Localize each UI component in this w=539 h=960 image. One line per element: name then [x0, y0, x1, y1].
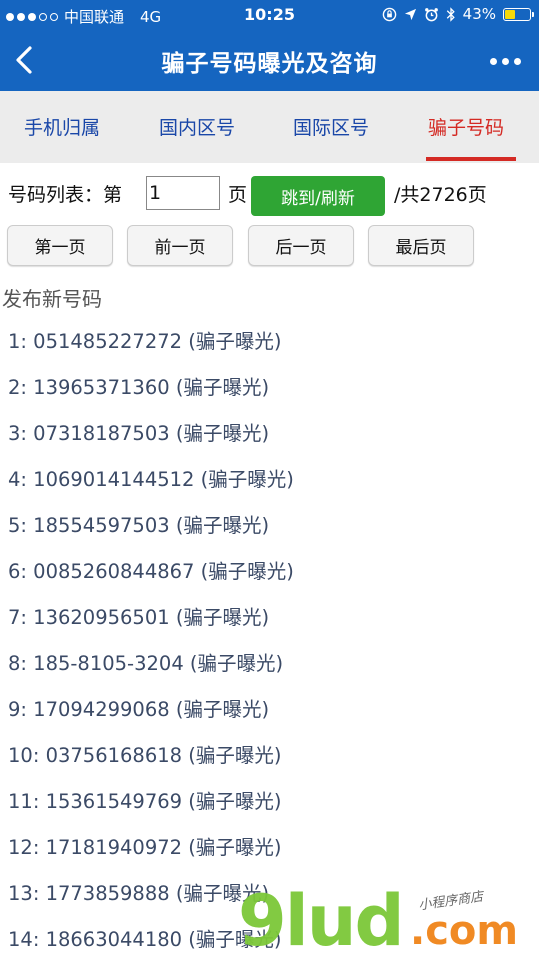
list-item[interactable]: 7: 13620956501 (骗子曝光) [8, 601, 269, 630]
tab-phone-location[interactable]: 手机归属 [24, 113, 100, 140]
location-arrow-icon [404, 8, 416, 20]
watermark-tagline: 小程序商店 [417, 889, 485, 914]
next-page-button[interactable]: 后一页 [248, 225, 354, 266]
more-options-icon[interactable] [490, 58, 521, 65]
list-item[interactable]: 14: 18663044180 (骗子曝光) [8, 923, 281, 952]
first-page-button[interactable]: 第一页 [7, 225, 113, 266]
app-header: 中国联通 4G 10:25 43% 骗子号码曝光及咨询 [0, 0, 539, 91]
tab-domestic-area-code[interactable]: 国内区号 [159, 113, 235, 140]
battery-percent: 43% [462, 5, 496, 23]
list-item[interactable]: 4: 1069014144512 (骗子曝光) [8, 463, 294, 492]
last-page-button[interactable]: 最后页 [368, 225, 474, 266]
list-item[interactable]: 11: 15361549769 (骗子曝光) [8, 785, 281, 814]
page-title: 骗子号码曝光及咨询 [161, 51, 378, 77]
watermark-logo: 9lud .com 小程序商店 [238, 880, 539, 960]
tab-bar: 手机归属 国内区号 国际区号 骗子号码 [0, 91, 539, 163]
active-tab-indicator [426, 157, 516, 161]
battery-icon [503, 7, 534, 21]
list-item[interactable]: 5: 18554597503 (骗子曝光) [8, 509, 269, 538]
publish-new-number-link[interactable]: 发布新号码 [2, 283, 102, 312]
list-item[interactable]: 9: 17094299068 (骗子曝光) [8, 693, 269, 722]
list-item[interactable]: 6: 0085260844867 (骗子曝光) [8, 555, 294, 584]
alarm-icon [424, 7, 438, 21]
status-icons: 43% [382, 5, 534, 23]
total-pages: /共2726页 [394, 184, 487, 206]
tab-international-code[interactable]: 国际区号 [293, 113, 369, 140]
tab-scam-numbers[interactable]: 骗子号码 [428, 113, 504, 140]
list-item[interactable]: 12: 17181940972 (骗子曝光) [8, 831, 281, 860]
watermark-tld: .com [410, 908, 519, 954]
prev-page-button[interactable]: 前一页 [127, 225, 233, 266]
jump-refresh-button[interactable]: 跳到/刷新 [251, 176, 385, 216]
status-bar: 中国联通 4G 10:25 43% [0, 0, 539, 30]
list-item[interactable]: 1: 051485227272 (骗子曝光) [8, 325, 281, 354]
list-item[interactable]: 2: 13965371360 (骗子曝光) [8, 371, 269, 400]
list-item[interactable]: 10: 03756168618 (骗子曝光) [8, 739, 281, 768]
list-item[interactable]: 3: 07318187503 (骗子曝光) [8, 417, 269, 446]
page-number-input[interactable] [146, 176, 220, 210]
lock-rotation-icon [382, 7, 396, 21]
list-label: 号码列表：第 [8, 184, 123, 206]
list-item[interactable]: 8: 185-8105-3204 (骗子曝光) [8, 647, 283, 676]
list-item[interactable]: 13: 1773859888 (骗子曝光) [8, 877, 269, 906]
bluetooth-icon [446, 6, 455, 22]
page-suffix: 页 [228, 184, 248, 206]
nav-bar: 骗子号码曝光及咨询 [0, 30, 539, 91]
